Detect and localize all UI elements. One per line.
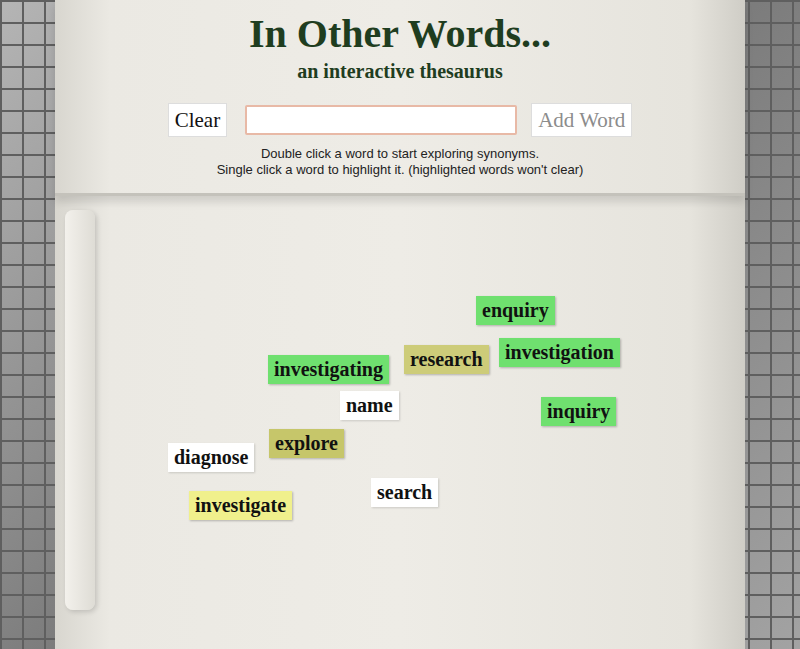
word-magnet[interactable]: search <box>371 478 438 507</box>
word-magnet[interactable]: inquiry <box>541 397 616 426</box>
word-magnet[interactable]: diagnose <box>168 443 254 472</box>
help-text: Double click a word to start exploring s… <box>217 146 584 178</box>
clear-button[interactable]: Clear <box>168 103 227 137</box>
word-magnet[interactable]: research <box>404 345 489 374</box>
controls: Clear Add Word <box>168 103 633 137</box>
help-line: Double click a word to start exploring s… <box>217 146 584 162</box>
word-magnet[interactable]: investigate <box>189 491 292 520</box>
page: In Other Words... an interactive thesauru… <box>0 0 800 649</box>
word-magnet[interactable]: explore <box>269 429 344 458</box>
header: In Other Words... an interactive thesauru… <box>55 0 745 196</box>
word-magnet[interactable]: investigation <box>499 338 620 367</box>
fridge: In Other Words... an interactive thesauru… <box>55 0 745 649</box>
help-line: Single click a word to highlight it. (hi… <box>217 162 584 178</box>
title: In Other Words... <box>249 12 551 56</box>
subtitle: an interactive thesaurus <box>297 60 503 83</box>
fridge-handle <box>65 210 95 610</box>
word-canvas: enquiry investigation research investigatin… <box>55 196 745 649</box>
word-magnet[interactable]: enquiry <box>476 296 555 325</box>
word-magnet[interactable]: investigating <box>268 355 389 384</box>
add-word-button[interactable]: Add Word <box>531 103 632 137</box>
word-input[interactable] <box>245 105 517 135</box>
word-magnet[interactable]: name <box>340 391 399 420</box>
